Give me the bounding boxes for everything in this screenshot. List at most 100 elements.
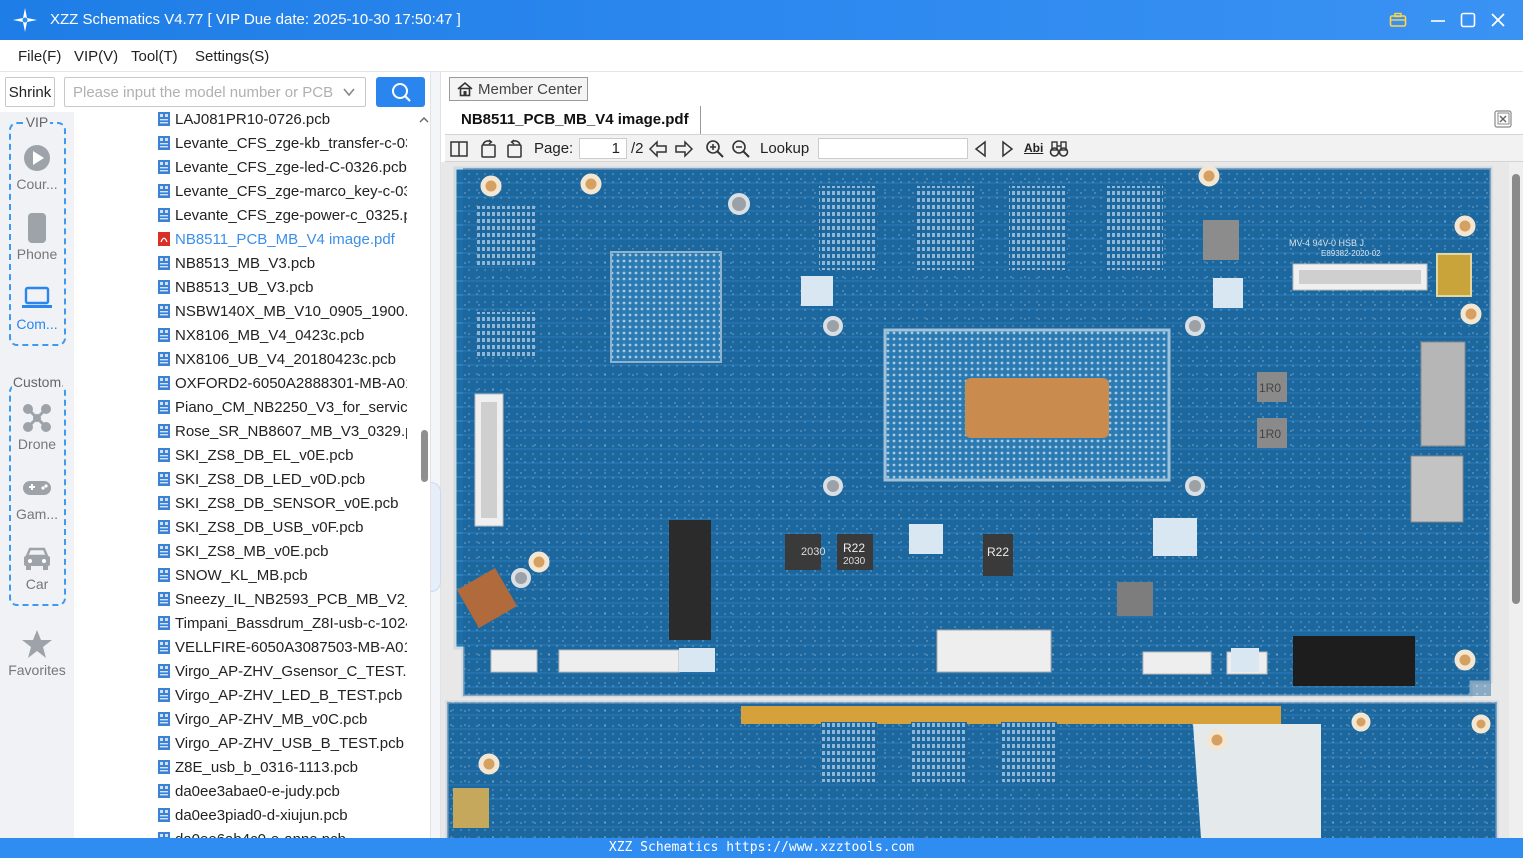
rotate-left-icon[interactable] [478,139,498,159]
file-list-item[interactable]: Virgo_AP-ZHV_USB_B_TEST.pcb [157,731,407,755]
rotate-right-icon[interactable] [505,139,525,159]
file-name: Virgo_AP-ZHV_USB_B_TEST.pcb [175,734,404,752]
binoculars-icon[interactable] [1049,139,1069,159]
file-list-item[interactable]: SKI_ZS8_DB_SENSOR_v0E.pcb [157,491,407,515]
nav-courses[interactable]: Cour... [0,140,74,192]
file-list-item[interactable]: OXFORD2-6050A2888301-MB-A01 [157,371,407,395]
viewer-scrollbar[interactable] [1509,162,1523,838]
file-list-item[interactable]: NB8511_PCB_MB_V4 image.pdf [157,227,407,251]
file-name: OXFORD2-6050A2888301-MB-A01 [175,374,407,392]
page-number-input[interactable]: 1 [579,138,627,159]
pcb-file-icon [158,112,170,126]
file-list-item[interactable]: Levante_CFS_zge-power-c_0325.pc [157,203,407,227]
close-icon[interactable] [1486,8,1510,32]
vip-group-label: VIP [23,114,51,130]
file-list-item[interactable]: NX8106_UB_V4_20180423c.pcb [157,347,407,371]
lookup-input[interactable] [818,138,968,159]
car-icon [24,547,50,570]
menu-settings[interactable]: Settings(S) [195,48,269,65]
find-previous-icon[interactable] [971,139,991,159]
file-list-item[interactable]: SKI_ZS8_DB_EL_v0E.pcb [157,443,407,467]
shrink-button[interactable]: Shrink [5,77,55,107]
pcb-file-icon [158,520,170,534]
match-case-toggle[interactable]: Abi [1024,141,1043,155]
file-list-item[interactable]: Levante_CFS_zge-marco_key-c-032 [157,179,407,203]
file-list-item[interactable]: NX8106_MB_V4_0423c.pcb [157,323,407,347]
file-list-item[interactable]: Virgo_AP-ZHV_LED_B_TEST.pcb [157,683,407,707]
status-bar: XZZ Schematics https://www.xzztools.com [0,838,1523,858]
nav-favorites[interactable]: Favorites [0,626,74,678]
file-list-item[interactable]: NB8513_MB_V3.pcb [157,251,407,275]
file-list-item[interactable]: SKI_ZS8_DB_USB_v0F.pcb [157,515,407,539]
pcb-file-icon [158,664,170,678]
file-name: da0ee6ab4c0-e-anne.pcb [175,831,346,839]
file-name: Sneezy_IL_NB2593_PCB_MB_V2_A. [175,590,407,608]
next-page-icon[interactable] [674,139,694,159]
file-name: SNOW_KL_MB.pcb [175,566,308,584]
file-list-item[interactable]: da0ee3piad0-d-xiujun.pcb [157,803,407,827]
close-tab-icon[interactable] [1494,110,1512,128]
panel-splitter[interactable] [430,72,441,838]
file-list-item[interactable]: da0ee3abae0-e-judy.pcb [157,779,407,803]
pdf-viewer[interactable]: 2030 R22 R22 2030 1R0 1R0 MV-4 94V-0 HSB… [441,162,1523,838]
sidebar-toggle-icon[interactable] [449,139,469,159]
nav-phone[interactable]: Phone [0,210,74,262]
file-list-item[interactable]: SKI_ZS8_DB_LED_v0D.pcb [157,467,407,491]
pcb-file-icon [158,328,170,342]
nav-car[interactable]: Car [0,540,74,592]
file-name: da0ee3piad0-d-xiujun.pcb [175,806,348,824]
file-name: VELLFIRE-6050A3087503-MB-A01. [175,638,407,656]
menu-vip[interactable]: VIP(V) [74,48,118,65]
search-input[interactable] [73,82,333,102]
file-list-item[interactable]: Virgo_AP-ZHV_MB_v0C.pcb [157,707,407,731]
nav-label: Phone [16,246,58,262]
file-list-item[interactable]: LAJ081PR10-0726.pcb [157,110,407,131]
nav-game[interactable]: Gam... [0,470,74,522]
pcb-file-icon [158,808,170,822]
file-list-item[interactable]: Rose_SR_NB8607_MB_V3_0329.pcb [157,419,407,443]
nav-label: Com... [16,316,58,332]
file-list-item[interactable]: NB8513_UB_V3.pcb [157,275,407,299]
viewer-scroll-thumb[interactable] [1512,174,1520,604]
model-search-combo[interactable] [64,77,366,107]
member-center-button[interactable]: Member Center [449,77,588,101]
chevron-down-icon[interactable] [342,85,356,99]
pcb-file-icon [158,256,170,270]
file-name: Levante_CFS_zge-marco_key-c-032 [175,182,407,200]
file-list-item[interactable]: Sneezy_IL_NB2593_PCB_MB_V2_A. [157,587,407,611]
file-list-item[interactable]: VELLFIRE-6050A3087503-MB-A01. [157,635,407,659]
pcb-file-icon [158,736,170,750]
file-list-item[interactable]: Piano_CM_NB2250_V3_for_service. [157,395,407,419]
file-list-item[interactable]: Timpani_Bassdrum_Z8I-usb-c-1024 [157,611,407,635]
file-list-item[interactable]: Levante_CFS_zge-kb_transfer-c-032 [157,131,407,155]
find-next-icon[interactable] [997,139,1017,159]
part-label-2: 1R0 [1259,427,1281,441]
splitter-grip[interactable] [431,482,441,592]
file-list-scroll-thumb[interactable] [421,430,428,482]
page-total: /2 [631,140,644,157]
search-button[interactable] [376,77,425,107]
pcb-file-icon [158,208,170,222]
zoom-out-icon[interactable] [731,139,751,159]
file-list-item[interactable]: SKI_ZS8_MB_v0E.pcb [157,539,407,563]
tab-document[interactable]: NB8511_PCB_MB_V4 image.pdf [450,106,701,134]
scroll-up-icon[interactable] [418,114,430,126]
zoom-in-icon[interactable] [705,139,725,159]
pcb-file-icon [158,400,170,414]
briefcase-icon[interactable] [1386,8,1410,32]
maximize-icon[interactable] [1456,8,1480,32]
nav-computer[interactable]: Com... [0,280,74,332]
minimize-icon[interactable] [1426,8,1450,32]
file-list-item[interactable]: Z8E_usb_b_0316-1113.pcb [157,755,407,779]
nav-drone[interactable]: Drone [0,400,74,452]
inductor-label-2: R22 [843,541,865,555]
file-list-item[interactable]: SNOW_KL_MB.pcb [157,563,407,587]
menu-tool[interactable]: Tool(T) [131,48,178,65]
inductor-label-4: 2030 [843,556,866,567]
file-list-item[interactable]: NSBW140X_MB_V10_0905_1900.pc [157,299,407,323]
file-list-item[interactable]: da0ee6ab4c0-e-anne.pcb [157,827,407,838]
file-list-item[interactable]: Virgo_AP-ZHV_Gsensor_C_TEST.pcl [157,659,407,683]
file-list-item[interactable]: Levante_CFS_zge-led-C-0326.pcb [157,155,407,179]
previous-page-icon[interactable] [648,139,668,159]
menu-file[interactable]: File(F) [18,48,61,65]
